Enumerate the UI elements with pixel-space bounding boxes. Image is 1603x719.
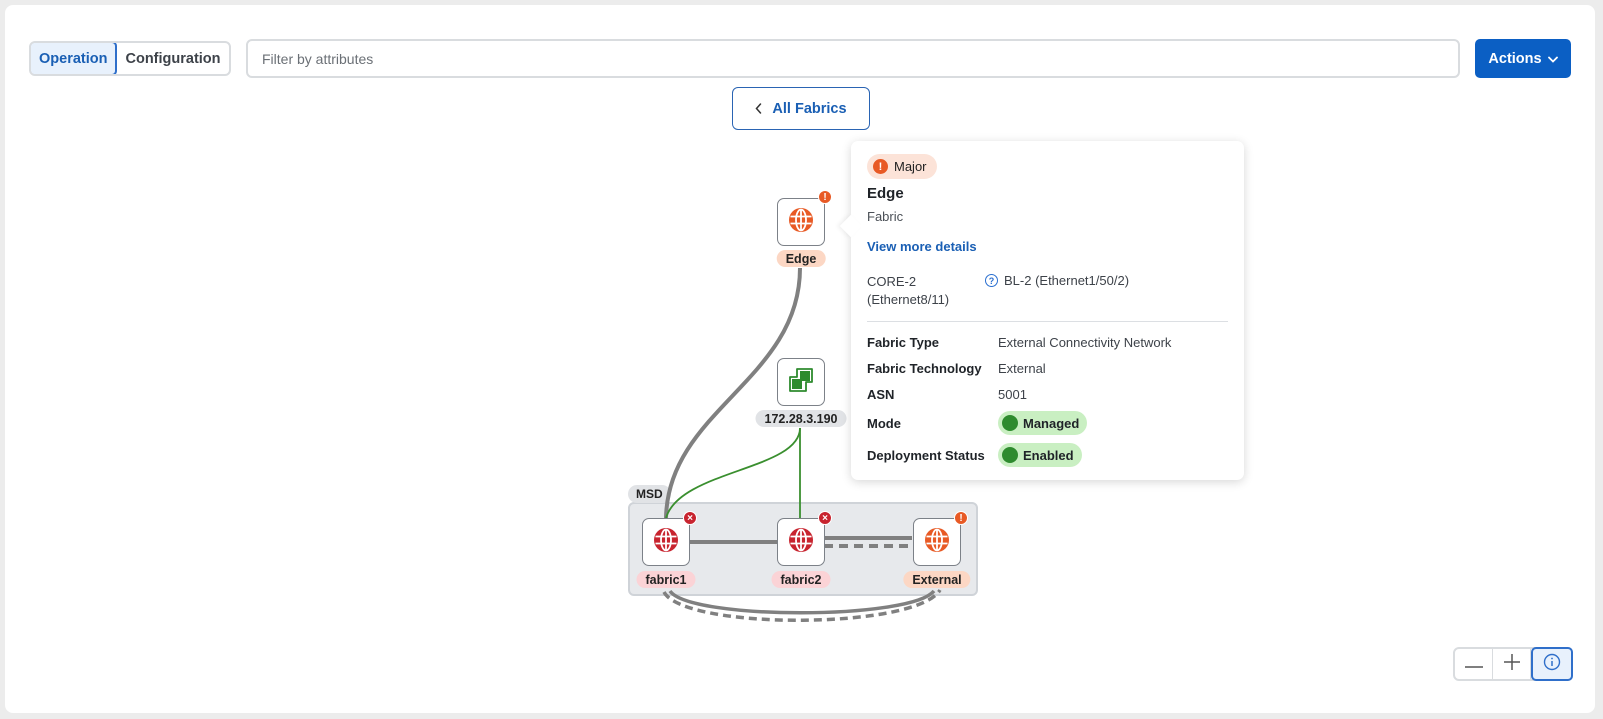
critical-alert-badge: ×	[683, 511, 697, 525]
actions-button[interactable]: Actions	[1475, 39, 1571, 78]
property-key: ASN	[867, 386, 895, 402]
property-value: External Connectivity Network	[998, 334, 1172, 350]
status-dot-icon	[1002, 415, 1018, 431]
property-key: Mode	[867, 415, 901, 431]
popover-title: Edge	[867, 185, 904, 202]
node-label-external: External	[903, 571, 971, 588]
node-label-fabric2: fabric2	[771, 571, 831, 588]
node-fabric2[interactable]	[777, 518, 825, 566]
property-deployment-status: Deployment Status Enabled	[867, 443, 1082, 467]
chevron-left-icon	[755, 101, 762, 117]
node-label-fabric1: fabric1	[636, 571, 696, 588]
property-key: Fabric Type	[867, 334, 940, 350]
view-more-details-link[interactable]: View more details	[867, 239, 977, 254]
major-alert-badge: !	[954, 511, 968, 525]
controller-icon	[787, 366, 815, 399]
globe-icon	[787, 206, 815, 239]
deployment-value: Enabled	[1023, 447, 1074, 463]
property-value: External	[998, 360, 1046, 376]
node-external[interactable]	[913, 518, 961, 566]
critical-alert-badge: ×	[818, 511, 832, 525]
property-fabric-type: Fabric Type External Connectivity Networ…	[867, 330, 1171, 354]
property-mode: Mode Managed	[867, 411, 1088, 435]
node-label-controller: 172.28.3.190	[755, 410, 847, 427]
divider	[867, 321, 1228, 322]
node-edge[interactable]	[777, 198, 825, 246]
zoom-out-button[interactable]	[1455, 649, 1493, 679]
connection-remote-label: BL-2 (Ethernet1/50/2)	[1004, 273, 1130, 288]
filter-input[interactable]	[246, 39, 1460, 78]
help-icon: ?	[985, 274, 998, 287]
globe-icon	[787, 526, 815, 559]
property-fabric-technology: Fabric Technology External	[867, 356, 1046, 380]
deployment-status-pill: Enabled	[998, 443, 1082, 467]
info-button[interactable]	[1531, 647, 1573, 681]
property-value: 5001	[998, 386, 1027, 402]
msd-group-label: MSD	[628, 485, 671, 503]
alert-icon: !	[873, 159, 888, 174]
plus-icon	[1503, 653, 1520, 675]
minus-icon	[1464, 655, 1483, 673]
node-details-popover: ! Major Edge Fabric View more details CO…	[839, 141, 1244, 480]
property-key: Fabric Technology	[867, 360, 982, 376]
actions-label: Actions	[1488, 50, 1542, 67]
zoom-controls	[1453, 647, 1573, 681]
property-key: Deployment Status	[867, 447, 985, 463]
globe-icon	[923, 526, 951, 559]
popover-subtitle: Fabric	[867, 209, 904, 224]
all-fabrics-label: All Fabrics	[772, 100, 847, 117]
severity-badge: ! Major	[867, 154, 937, 179]
all-fabrics-button[interactable]: All Fabrics	[732, 87, 870, 130]
mode-status-pill: Managed	[998, 411, 1088, 435]
node-label-edge: Edge	[776, 250, 826, 267]
major-alert-badge: !	[818, 190, 832, 204]
severity-label: Major	[894, 159, 927, 174]
mode-value: Managed	[1023, 415, 1080, 431]
connection-remote: ? BL-2 (Ethernet1/50/2)	[985, 273, 1129, 288]
globe-icon	[652, 526, 680, 559]
view-mode-toggle: Operation Configuration	[29, 41, 231, 76]
node-fabric1[interactable]	[642, 518, 690, 566]
info-icon	[1543, 653, 1561, 676]
tab-configuration[interactable]: Configuration	[117, 43, 228, 74]
status-dot-icon	[1002, 447, 1018, 463]
zoom-in-button[interactable]	[1493, 649, 1531, 679]
property-asn: ASN 5001	[867, 382, 1027, 406]
chevron-down-icon	[1547, 51, 1558, 67]
connection-local: CORE-2 (Ethernet8/11)	[867, 274, 950, 307]
node-controller[interactable]	[777, 358, 825, 406]
tab-operation[interactable]: Operation	[30, 43, 118, 74]
